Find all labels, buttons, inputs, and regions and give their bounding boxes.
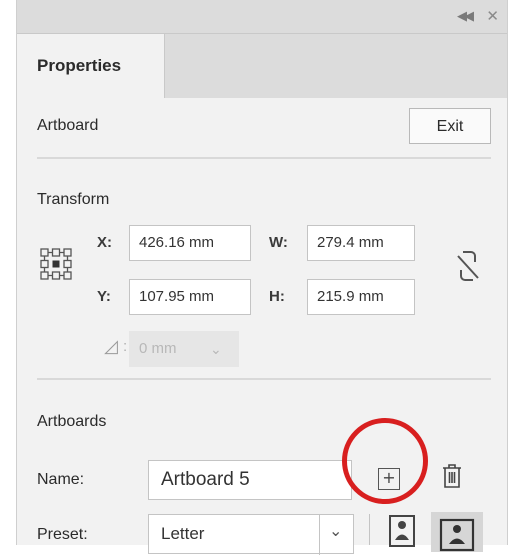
artboards-title: Artboards bbox=[37, 413, 107, 430]
artboard-name-input[interactable]: Artboard 5 bbox=[148, 460, 352, 500]
y-input[interactable]: 107.95 mm bbox=[129, 279, 251, 315]
new-artboard-button[interactable]: + bbox=[378, 468, 400, 490]
landscape-orientation-button[interactable] bbox=[431, 512, 483, 552]
chevron-down-icon: ⌄ bbox=[210, 341, 222, 357]
x-input[interactable]: 426.16 mm bbox=[129, 225, 251, 261]
portrait-orientation-icon[interactable] bbox=[387, 514, 417, 548]
angle-value: 0 mm bbox=[139, 340, 177, 357]
close-icon[interactable]: ✕ bbox=[486, 7, 499, 25]
dropdown-separator bbox=[319, 515, 320, 555]
double-chevron-left-icon[interactable]: ◀◀ bbox=[457, 8, 474, 24]
tab-row: Properties bbox=[17, 34, 507, 98]
transform-title: Transform bbox=[37, 191, 110, 208]
h-input[interactable]: 215.9 mm bbox=[307, 279, 415, 315]
highlight-circle bbox=[342, 418, 428, 504]
w-input[interactable]: 279.4 mm bbox=[307, 225, 415, 261]
preset-value: Letter bbox=[161, 524, 205, 543]
preset-label: Preset: bbox=[37, 526, 88, 543]
trash-icon[interactable] bbox=[441, 463, 463, 489]
preset-dropdown[interactable]: Letter ⌄ bbox=[148, 514, 354, 555]
angle-icon: ◿ bbox=[104, 336, 118, 356]
artboard-section-title: Artboard bbox=[37, 117, 99, 134]
landscape-orientation-icon bbox=[439, 518, 475, 552]
artboard-header: Artboard Exit bbox=[17, 98, 507, 156]
tab-properties[interactable]: Properties bbox=[17, 34, 165, 98]
h-label: H: bbox=[269, 288, 285, 305]
unlink-proportions-icon[interactable] bbox=[455, 248, 481, 284]
y-label: Y: bbox=[97, 288, 111, 305]
properties-panel: ◀◀ ✕ Properties Artboard Exit Transform … bbox=[16, 0, 508, 555]
x-label: X: bbox=[97, 234, 112, 251]
chevron-down-icon: ⌄ bbox=[329, 523, 343, 540]
divider bbox=[369, 514, 370, 545]
w-label: W: bbox=[269, 234, 288, 251]
exit-button[interactable]: Exit bbox=[409, 108, 491, 144]
reference-point-icon[interactable] bbox=[39, 247, 73, 281]
angle-label: : bbox=[123, 338, 128, 355]
divider bbox=[37, 378, 491, 380]
angle-input: 0 mm ⌄ bbox=[129, 331, 239, 367]
name-label: Name: bbox=[37, 471, 85, 488]
panel-titlebar: ◀◀ ✕ bbox=[17, 0, 507, 34]
divider bbox=[37, 157, 491, 159]
